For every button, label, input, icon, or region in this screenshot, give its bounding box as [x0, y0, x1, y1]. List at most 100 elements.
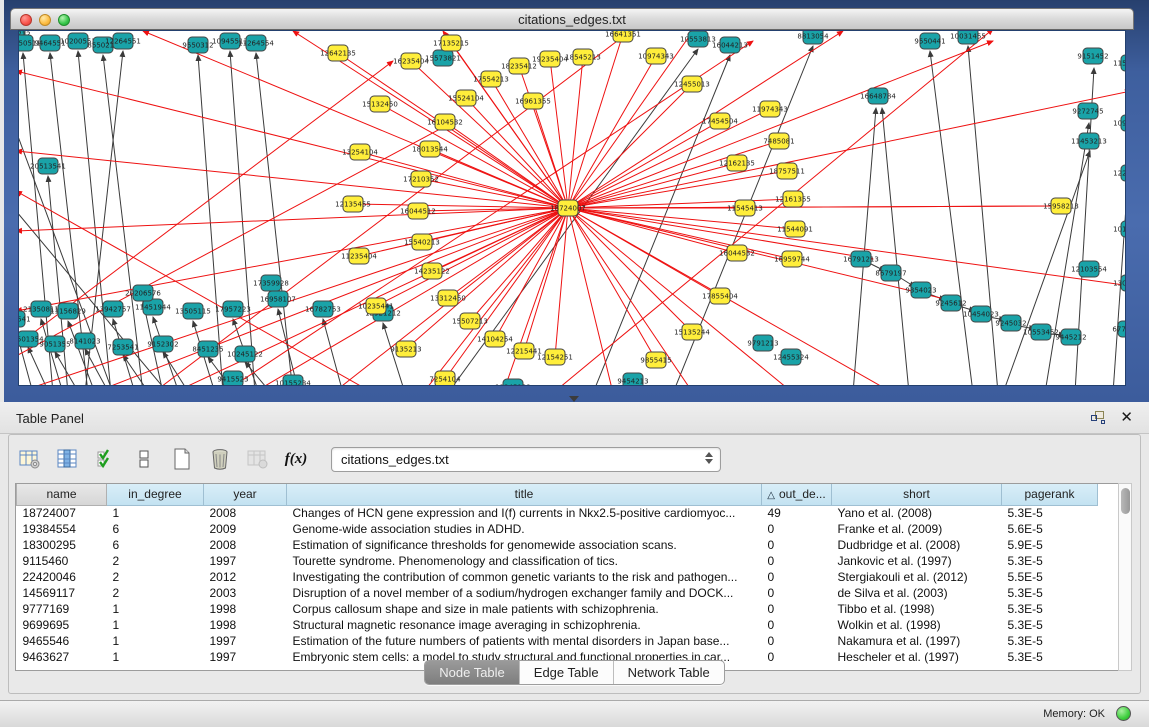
graph-node[interactable]: 10153552 [1113, 221, 1126, 237]
graph-node[interactable]: 11235404 [341, 248, 377, 264]
graph-node[interactable]: 9445212 [1055, 329, 1086, 345]
graph-node[interactable]: 7485081 [763, 133, 794, 149]
graph-node[interactable]: 10973483 [1113, 115, 1126, 131]
table-cell[interactable]: Estimation of significance thresholds fo… [287, 537, 762, 553]
graph-node[interactable]: 9272745 [1072, 103, 1103, 119]
graph-node[interactable]: 17454504 [702, 113, 738, 129]
graph-node[interactable]: 17359928 [253, 275, 289, 291]
table-cell[interactable]: 2 [107, 569, 204, 585]
graph-node[interactable]: 16782753 [305, 301, 341, 317]
graph-node[interactable]: 10974343 [638, 48, 674, 64]
graph-node[interactable]: 13055242 [1113, 275, 1126, 291]
table-cell[interactable]: Nakamura et al. (1997) [832, 633, 1002, 649]
table-cell[interactable]: Corpus callosum shape and size in male p… [287, 601, 762, 617]
table-row[interactable]: 946554611997Estimation of the future num… [17, 633, 1098, 649]
table-cell[interactable]: Stergiakouli et al. (2012) [832, 569, 1002, 585]
graph-node[interactable]: 6775123 [1112, 321, 1126, 337]
table-cell[interactable]: 19384554 [17, 521, 107, 537]
column-header-pagerank[interactable]: pagerank [1002, 484, 1098, 505]
close-panel-icon[interactable]: ✕ [1120, 408, 1133, 426]
graph-node[interactable]: 12215013 [1113, 165, 1126, 181]
table-cell[interactable]: 6 [107, 537, 204, 553]
graph-node[interactable]: 16044532 [719, 245, 755, 261]
table-cell[interactable]: 6 [107, 521, 204, 537]
table-cell[interactable]: 5.3E-5 [1002, 633, 1098, 649]
graph-node[interactable]: 13505115 [175, 303, 211, 319]
table-cell[interactable]: 1 [107, 505, 204, 521]
tab-node-table[interactable]: Node Table [425, 661, 519, 684]
graph-node[interactable]: 11453213 [1071, 133, 1107, 149]
new-file-icon[interactable] [169, 446, 195, 472]
graph-node[interactable]: 16235404 [393, 53, 429, 69]
table-selector-dropdown[interactable]: citations_edges.txt [331, 447, 721, 472]
graph-node[interactable]: 15958213 [1043, 198, 1079, 214]
graph-node[interactable]: 9135213 [390, 341, 421, 357]
select-columns-icon[interactable] [93, 446, 119, 472]
table-cell[interactable]: 5.3E-5 [1002, 617, 1098, 633]
table-cell[interactable]: Disruption of a novel member of a sodium… [287, 585, 762, 601]
table-cell[interactable]: 0 [762, 633, 832, 649]
graph-node[interactable]: 9550441 [914, 33, 945, 49]
graph-node[interactable]: 11548008 [1113, 55, 1126, 71]
table-row[interactable]: 969969511998Structural magnetic resonanc… [17, 617, 1098, 633]
table-cell[interactable]: Tourette syndrome. Phenomenology and cla… [287, 553, 762, 569]
graph-node[interactable]: 16641351 [605, 31, 641, 42]
table-cell[interactable]: 2009 [204, 521, 287, 537]
graph-node[interactable]: 10553452 [1023, 324, 1059, 340]
close-window-icon[interactable] [20, 14, 32, 26]
table-cell[interactable]: 0 [762, 617, 832, 633]
network-window-titlebar[interactable]: citations_edges.txt [10, 8, 1134, 30]
table-cell[interactable]: 9115460 [17, 553, 107, 569]
table-row[interactable]: 2242004622012Investigating the contribut… [17, 569, 1098, 585]
graph-node[interactable]: 15132450 [362, 96, 398, 112]
table-cell[interactable]: 0 [762, 521, 832, 537]
table-row[interactable]: 977716911998Corpus callosum shape and si… [17, 601, 1098, 617]
table-cell[interactable]: 5.3E-5 [1002, 585, 1098, 601]
table-cell[interactable]: 9699695 [17, 617, 107, 633]
graph-node[interactable]: 13942757 [95, 301, 131, 317]
table-cell[interactable]: Dudbridge et al. (2008) [832, 537, 1002, 553]
graph-node[interactable]: 9454213 [617, 373, 648, 386]
memory-ok-icon[interactable] [1116, 706, 1131, 721]
float-panel-icon[interactable] [1091, 411, 1105, 424]
delete-icon[interactable] [207, 446, 233, 472]
graph-node[interactable]: 16044213 [712, 37, 748, 53]
table-cell[interactable]: de Silva et al. (2003) [832, 585, 1002, 601]
table-cell[interactable]: Jankovic et al. (1997) [832, 553, 1002, 569]
column-icon[interactable] [55, 446, 81, 472]
table-cell[interactable]: Tibbo et al. (1998) [832, 601, 1002, 617]
table-cell[interactable]: 0 [762, 537, 832, 553]
graph-node[interactable]: 17957223 [215, 301, 251, 317]
graph-node[interactable]: 20513541 [30, 158, 66, 174]
graph-node[interactable]: 12103554 [1071, 261, 1107, 277]
graph-node[interactable]: 12455324 [773, 349, 809, 365]
table-cell[interactable]: 2 [107, 553, 204, 569]
graph-node[interactable]: 19235404 [532, 51, 568, 67]
graph-node[interactable]: 9245032 [995, 315, 1026, 331]
graph-node[interactable]: 10245122 [227, 346, 263, 362]
graph-node[interactable]: 16958107 [260, 291, 296, 307]
column-header-out_de[interactable]: △out_de... [762, 484, 832, 505]
graph-node[interactable]: 12642135 [320, 45, 356, 61]
network-canvas[interactable]: 5520712115505119464551102005518550213122… [18, 30, 1126, 386]
table-cell[interactable]: Genome-wide association studies in ADHD. [287, 521, 762, 537]
table-cell[interactable]: 1998 [204, 617, 287, 633]
table-cell[interactable]: 1997 [204, 553, 287, 569]
graph-node[interactable]: 16648784 [860, 88, 896, 104]
graph-node[interactable]: 11545413 [727, 200, 763, 216]
graph-node[interactable]: 10454023 [963, 306, 999, 322]
table-cell[interactable]: 18300295 [17, 537, 107, 553]
graph-node[interactable]: 15524104 [448, 90, 484, 106]
table-cell[interactable]: 2008 [204, 537, 287, 553]
graph-node[interactable]: 16791213 [843, 251, 879, 267]
table-cell[interactable]: 0 [762, 601, 832, 617]
table-row[interactable]: 1456911722003Disruption of a novel membe… [17, 585, 1098, 601]
graph-node[interactable]: 9550312 [182, 37, 213, 53]
table-cell[interactable]: 5.3E-5 [1002, 505, 1098, 521]
graph-node[interactable]: 10031455 [950, 31, 986, 44]
table-cell[interactable]: 1998 [204, 601, 287, 617]
table-cell[interactable]: Investigating the contribution of common… [287, 569, 762, 585]
table-cell[interactable]: 22420046 [17, 569, 107, 585]
graph-node[interactable]: 18545213 [565, 49, 601, 65]
network-graph[interactable]: 5520712115505119464551102005518550213122… [19, 31, 1126, 386]
